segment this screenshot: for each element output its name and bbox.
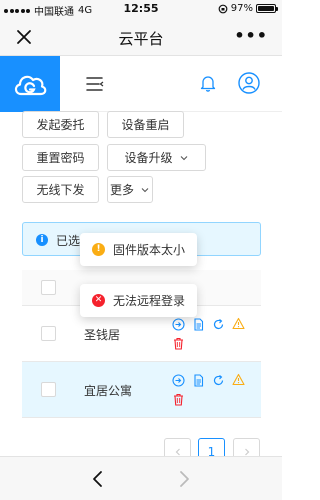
document-icon[interactable] [192, 318, 205, 331]
error-toast: ✕ 无法远程登录 [80, 284, 198, 317]
warning-circle-icon: ! [92, 243, 105, 256]
initiate-delegation-label: 发起委托 [36, 118, 85, 132]
wireless-dispatch-button[interactable]: 无线下发 [22, 176, 99, 203]
forward-arrow-icon[interactable] [174, 469, 194, 489]
selection-alert-text: 已选 [56, 234, 81, 248]
more-dropdown[interactable]: 更多 [107, 176, 153, 203]
battery-icon [256, 4, 278, 13]
refresh-icon[interactable] [212, 318, 225, 331]
battery-fill [258, 6, 274, 11]
chevron-down-icon [180, 155, 187, 160]
warning-toast: ! 固件版本太小 [80, 233, 198, 266]
warning-icon[interactable] [232, 373, 245, 386]
more-label: 更多 [109, 183, 134, 197]
reset-password-button[interactable]: 重置密码 [22, 144, 99, 171]
select-all-checkbox[interactable] [41, 280, 56, 295]
document-icon[interactable] [192, 374, 205, 387]
user-avatar-icon[interactable] [238, 72, 260, 94]
row-checkbox[interactable] [41, 326, 56, 341]
login-icon[interactable] [172, 318, 185, 331]
back-arrow-icon[interactable] [88, 469, 108, 489]
cloud-logo-icon [14, 75, 47, 96]
delete-icon[interactable] [172, 337, 185, 350]
error-toast-text: 无法远程登录 [113, 294, 186, 308]
battery-percent: 97% [230, 3, 253, 14]
row-name: 宜居公寓 [84, 384, 133, 398]
row-checkbox[interactable] [41, 382, 56, 397]
device-restart-label: 设备重启 [121, 118, 170, 132]
browser-bottom-bar [0, 456, 282, 500]
device-upgrade-dropdown[interactable]: 设备升级 [107, 144, 206, 171]
app-logo[interactable] [0, 56, 60, 112]
nav-bar: 云平台 ••• [0, 18, 282, 56]
more-options-icon[interactable]: ••• [234, 26, 268, 45]
reset-password-label: 重置密码 [36, 151, 85, 165]
table-row-selected[interactable]: 宜居公寓 [22, 362, 261, 418]
row-name: 圣钱居 [84, 328, 121, 342]
info-icon: i [36, 234, 48, 246]
status-bar: 中国联通 4G 12:55 97% [0, 0, 282, 18]
error-circle-icon: ✕ [92, 294, 105, 307]
initiate-delegation-button[interactable]: 发起委托 [22, 111, 99, 138]
device-upgrade-label: 设备升级 [124, 151, 173, 165]
chevron-right-icon [244, 448, 249, 455]
warning-toast-text: 固件版本太小 [113, 243, 186, 257]
warning-icon[interactable] [232, 317, 245, 330]
notification-bell-icon[interactable] [200, 74, 216, 92]
refresh-icon[interactable] [212, 374, 225, 387]
menu-toggle-icon[interactable] [86, 75, 104, 93]
delete-icon[interactable] [172, 393, 185, 406]
device-restart-button[interactable]: 设备重启 [107, 111, 184, 138]
orientation-lock-icon [218, 4, 228, 13]
chevron-down-icon [141, 187, 149, 192]
wireless-dispatch-label: 无线下发 [36, 183, 85, 197]
login-icon[interactable] [172, 374, 185, 387]
chevron-left-icon [175, 448, 180, 455]
app-header [0, 56, 282, 112]
